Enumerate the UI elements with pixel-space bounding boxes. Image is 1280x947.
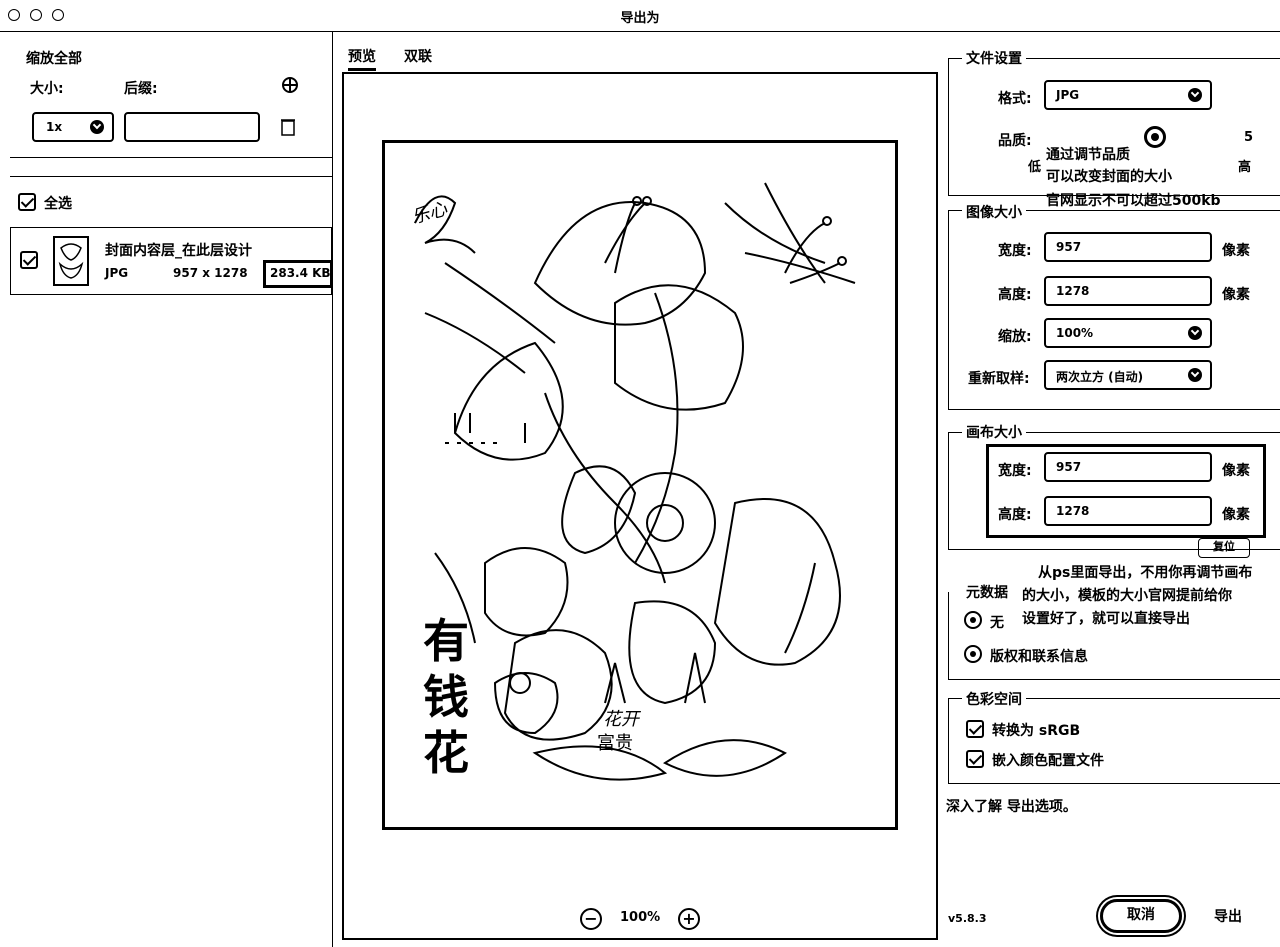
- metadata-title: 元数据: [962, 582, 1012, 602]
- cancel-button[interactable]: 取消: [1100, 899, 1182, 933]
- color-space-title: 色彩空间: [962, 689, 1026, 709]
- reset-button[interactable]: 复位: [1198, 538, 1250, 558]
- canvas-width-unit: 像素: [1222, 463, 1250, 479]
- image-width-input[interactable]: 957: [1044, 232, 1212, 262]
- artwork-preview: 有钱花 花开 富贵 乐心: [382, 140, 898, 830]
- tab-preview[interactable]: 预览: [348, 46, 376, 71]
- learn-more-link[interactable]: 深入了解 导出选项。: [946, 796, 1077, 816]
- layer-name: 封面内容层_在此层设计: [105, 243, 252, 259]
- image-width-value: 957: [1056, 240, 1082, 254]
- scale-select-value: 1x: [46, 120, 63, 134]
- image-height-value: 1278: [1056, 284, 1090, 298]
- image-scale-select[interactable]: 100%: [1044, 318, 1212, 348]
- image-width-label: 宽度:: [998, 243, 1032, 259]
- layer-checkbox[interactable]: [20, 251, 38, 269]
- artwork-caption-line1: 花开: [603, 709, 639, 730]
- chevron-down-icon: [90, 120, 104, 134]
- zoom-out-button[interactable]: −: [580, 908, 602, 930]
- metadata-none-radio[interactable]: [964, 611, 982, 629]
- artwork-caption-line2: 富贵: [597, 733, 633, 754]
- format-select-value: JPG: [1056, 88, 1080, 102]
- quality-note-line2: 可以改变封面的大小: [1046, 169, 1172, 185]
- quality-slider-thumb[interactable]: [1144, 126, 1166, 148]
- image-width-unit: 像素: [1222, 243, 1250, 259]
- quality-label: 品质:: [998, 133, 1032, 149]
- add-scale-icon[interactable]: [281, 76, 299, 94]
- image-height-label: 高度:: [998, 287, 1032, 303]
- remove-scale-icon[interactable]: [281, 118, 295, 136]
- resample-value: 两次立方 (自动): [1056, 370, 1144, 384]
- canvas-width-value: 957: [1056, 460, 1082, 474]
- suffix-label: 后缀:: [124, 81, 158, 97]
- divider: [10, 176, 332, 177]
- image-size-title: 图像大小: [962, 202, 1026, 222]
- embed-profile-label: 嵌入颜色配置文件: [992, 753, 1104, 769]
- quality-low-label: 低: [1028, 160, 1042, 175]
- layer-format: JPG: [105, 266, 129, 280]
- layer-row[interactable]: 封面内容层_在此层设计 JPG 957 x 1278 283.4 KB: [10, 227, 333, 295]
- image-height-input[interactable]: 1278: [1044, 276, 1212, 306]
- select-all-checkbox[interactable]: [18, 193, 36, 211]
- quality-note-line1: 通过调节品质: [1046, 147, 1130, 163]
- select-all-label: 全选: [44, 196, 72, 212]
- canvas-size-title: 画布大小: [962, 422, 1026, 442]
- convert-srgb-checkbox[interactable]: [966, 720, 984, 738]
- chevron-down-icon: [1188, 368, 1202, 382]
- canvas-height-label: 高度:: [998, 507, 1032, 523]
- file-settings-title: 文件设置: [962, 48, 1026, 68]
- layer-file-size: 283.4 KB: [263, 260, 333, 288]
- format-select[interactable]: JPG: [1044, 80, 1212, 110]
- title-bar: 导出为: [0, 0, 1280, 32]
- divider: [10, 157, 332, 158]
- resample-label: 重新取样:: [968, 371, 1030, 387]
- quality-note-line3: 官网显示不可以超过500kb: [1046, 193, 1221, 209]
- embed-profile-checkbox[interactable]: [966, 750, 984, 768]
- zoom-level: 100%: [620, 910, 661, 925]
- chevron-down-icon: [1188, 88, 1202, 102]
- artwork-headline: 有钱花: [423, 614, 469, 780]
- chevron-down-icon: [1188, 326, 1202, 340]
- scale-select[interactable]: 1x: [32, 112, 114, 142]
- image-height-unit: 像素: [1222, 287, 1250, 303]
- canvas-note-line1: 从ps里面导出，不用你再调节画布: [1038, 565, 1253, 581]
- quality-value: 5: [1244, 130, 1254, 145]
- canvas-height-unit: 像素: [1222, 507, 1250, 523]
- image-scale-value: 100%: [1056, 326, 1094, 340]
- size-label: 大小:: [30, 81, 64, 97]
- tab-duplex[interactable]: 双联: [404, 46, 432, 66]
- layer-thumbnail: [53, 236, 89, 286]
- metadata-copyright-radio[interactable]: [964, 645, 982, 663]
- format-label: 格式:: [998, 91, 1032, 107]
- layer-dimensions: 957 x 1278: [173, 266, 248, 280]
- canvas-height-value: 1278: [1056, 504, 1090, 518]
- resample-select[interactable]: 两次立方 (自动): [1044, 360, 1212, 390]
- version-label: v5.8.3: [948, 912, 987, 925]
- suffix-input[interactable]: [124, 112, 260, 142]
- scale-all-heading: 缩放全部: [26, 51, 82, 67]
- convert-srgb-label: 转换为 sRGB: [992, 723, 1081, 739]
- image-scale-label: 缩放:: [998, 329, 1032, 345]
- export-button[interactable]: 导出: [1214, 906, 1242, 926]
- window-title: 导出为: [620, 11, 660, 26]
- left-panel-border: [332, 32, 333, 947]
- metadata-none-label: 无: [990, 615, 1004, 631]
- zoom-in-button[interactable]: +: [678, 908, 700, 930]
- metadata-copyright-label: 版权和联系信息: [990, 649, 1088, 665]
- canvas-width-input[interactable]: 957: [1044, 452, 1212, 482]
- quality-high-label: 高: [1238, 160, 1252, 175]
- canvas-height-input[interactable]: 1278: [1044, 496, 1212, 526]
- metadata-group: [948, 592, 1280, 680]
- color-space-group: [948, 698, 1280, 784]
- canvas-width-label: 宽度:: [998, 463, 1032, 479]
